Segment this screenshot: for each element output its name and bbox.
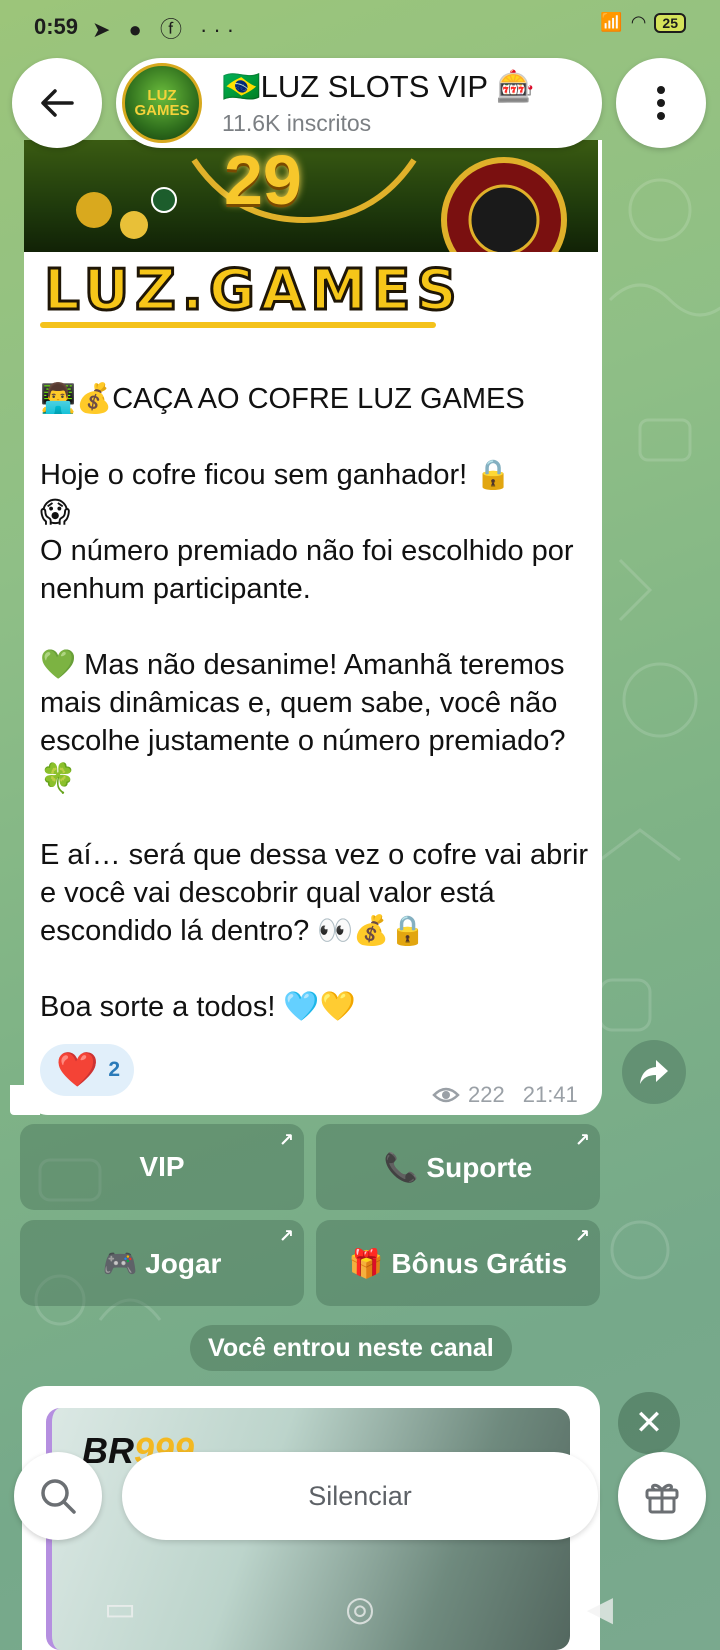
message-paragraph: E aí… será que dessa vez o cofre vai abr…	[40, 839, 589, 947]
external-link-icon: ↗	[574, 1130, 590, 1150]
logo-underline	[40, 322, 436, 328]
kebab-menu-icon	[657, 86, 665, 120]
battery-icon: 25	[654, 12, 686, 33]
gift-button[interactable]	[618, 1452, 706, 1540]
wifi-icon: ◠	[630, 12, 647, 32]
message-meta: 222 21:41	[432, 1082, 578, 1108]
message-paragraph: 👨‍💻💰CAÇA AO COFRE LUZ GAMES	[40, 383, 525, 415]
banner-art	[76, 157, 567, 252]
channel-avatar[interactable]: LUZ GAMES	[122, 63, 202, 143]
mute-button[interactable]: Silenciar	[122, 1452, 598, 1540]
message-time: 21:41	[522, 1082, 578, 1107]
search-icon	[41, 1479, 76, 1514]
message-paragraph: 💚 Mas não desanime! Amanhã teremos mais …	[40, 649, 566, 795]
back-nav-icon[interactable]: ◀	[580, 1589, 620, 1629]
mute-label: Silenciar	[308, 1480, 412, 1511]
system-navigation-bar: ▭ ◎ ◀	[0, 1568, 720, 1650]
share-arrow-icon	[640, 1060, 668, 1084]
system-icons: 📶 ◠ 25	[600, 12, 686, 33]
post-banner-image: 29	[24, 140, 598, 252]
close-ad-button[interactable]: ✕	[618, 1392, 680, 1454]
channel-title[interactable]: 🇧🇷LUZ SLOTS VIP 🎰	[222, 68, 535, 105]
close-icon: ✕	[634, 1404, 664, 1442]
bubble-tail	[10, 1085, 40, 1115]
view-count: 222	[468, 1082, 505, 1107]
external-link-icon: ↗	[278, 1226, 294, 1246]
signal-icon: 📶	[600, 12, 623, 32]
vip-button[interactable]: VIP ↗	[20, 1124, 304, 1210]
suporte-button[interactable]: 📞 Suporte ↗	[316, 1124, 600, 1210]
external-link-icon: ↗	[278, 1130, 294, 1150]
recents-icon[interactable]: ▭	[100, 1589, 140, 1629]
jogar-button[interactable]: 🎮 Jogar ↗	[20, 1220, 304, 1306]
search-button[interactable]	[14, 1452, 102, 1540]
more-options-button[interactable]	[616, 58, 706, 148]
bonus-button-label: 🎁 Bônus Grátis	[348, 1247, 568, 1279]
subscriber-count: 11.6K inscritos	[222, 110, 372, 136]
service-message: Você entrou neste canal	[190, 1325, 512, 1371]
status-time: 0:59	[34, 14, 79, 39]
suporte-button-label: 📞 Suporte	[383, 1151, 533, 1183]
share-button[interactable]	[622, 1040, 686, 1104]
back-button[interactable]	[12, 58, 102, 148]
luz-games-logo: LUZ.GAMES	[43, 257, 463, 325]
eye-icon	[432, 1087, 460, 1103]
gift-icon	[645, 1483, 679, 1514]
home-icon[interactable]: ◎	[340, 1589, 380, 1629]
banner-number: 29	[224, 141, 302, 219]
message-text: 👨‍💻💰CAÇA AO COFRE LUZ GAMES Hoje o cofre…	[40, 380, 590, 1064]
back-arrow-icon	[41, 89, 74, 117]
vip-button-label: VIP	[139, 1151, 185, 1182]
message-paragraph: Boa sorte a todos! 🩵💛	[40, 991, 356, 1023]
external-link-icon: ↗	[574, 1226, 590, 1246]
message-paragraph: Hoje o cofre ficou sem ganhador! 🔒 😱 O n…	[40, 459, 574, 605]
reaction-count: 2	[108, 1058, 121, 1081]
reaction-chip[interactable]: ❤️ 2	[40, 1044, 134, 1096]
notification-icons: ➤ ● ⓕ ···	[92, 17, 241, 42]
status-bar: 0:59 ➤ ● ⓕ ··· 📶 ◠ 25	[0, 0, 720, 54]
heart-icon: ❤️	[56, 1051, 99, 1089]
bonus-button[interactable]: 🎁 Bônus Grátis ↗	[316, 1220, 600, 1306]
jogar-button-label: 🎮 Jogar	[102, 1247, 222, 1279]
